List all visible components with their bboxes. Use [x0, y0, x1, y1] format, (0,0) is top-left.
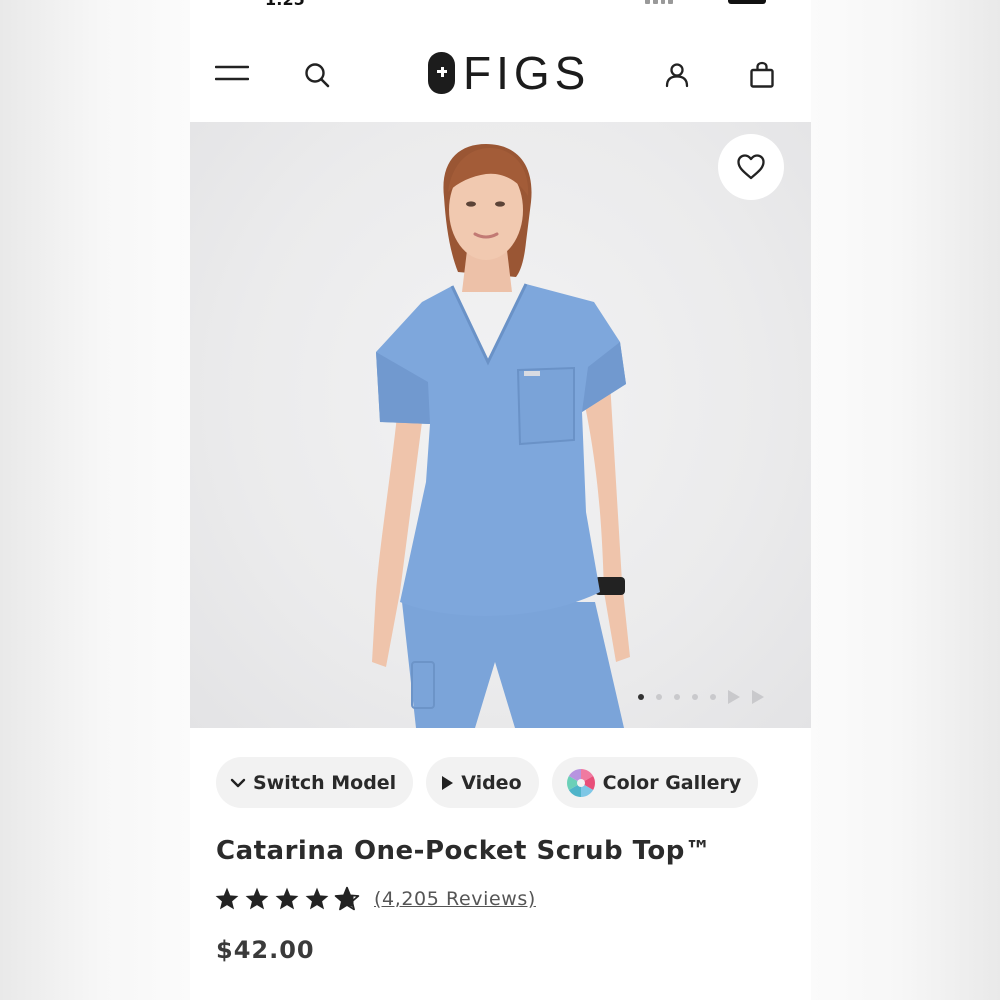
video-slide-play-icon[interactable]: [728, 690, 740, 704]
heart-icon: [737, 154, 765, 180]
video-slide-play-icon[interactable]: [752, 690, 764, 704]
account-icon: [665, 63, 689, 88]
color-wheel-icon: [566, 768, 596, 798]
status-bar: 1:25: [190, 0, 811, 9]
product-rating[interactable]: (4,205 Reviews): [214, 886, 536, 912]
phone-screen: 1:25 FIGS: [190, 0, 811, 1000]
site-header: FIGS: [190, 30, 811, 120]
carousel-indicator: [638, 690, 764, 704]
figs-plus-icon: [428, 52, 455, 94]
carousel-dot[interactable]: [656, 694, 662, 700]
star-half-icon: [334, 886, 360, 911]
product-title: Catarina One-Pocket Scrub Top™: [216, 836, 712, 866]
search-icon: [305, 63, 330, 88]
carousel-dot[interactable]: [692, 694, 698, 700]
signal-icon: [645, 0, 673, 4]
carousel-dot-active[interactable]: [638, 694, 644, 700]
brand-name: FIGS: [463, 47, 591, 99]
chevron-down-icon: [230, 777, 246, 789]
play-icon: [440, 775, 454, 791]
product-image[interactable]: [190, 122, 811, 728]
star-full-icon: [275, 887, 299, 910]
star-full-icon: [245, 887, 269, 910]
switch-model-label: Switch Model: [253, 771, 397, 794]
shopping-bag-icon: [750, 61, 774, 88]
brand-logo[interactable]: FIGS: [428, 50, 590, 96]
color-gallery-button[interactable]: Color Gallery: [551, 757, 759, 808]
carousel-dot[interactable]: [674, 694, 680, 700]
cart-button[interactable]: [745, 58, 779, 92]
menu-button[interactable]: [212, 60, 252, 86]
product-price: $42.00: [216, 936, 315, 964]
reviews-link[interactable]: (4,205 Reviews): [374, 888, 536, 910]
carousel-dot[interactable]: [710, 694, 716, 700]
video-button[interactable]: Video: [426, 757, 539, 808]
model-photo: [372, 144, 630, 728]
switch-model-button[interactable]: Switch Model: [216, 757, 414, 808]
star-full-icon: [215, 887, 239, 910]
menu-icon: [215, 65, 249, 81]
product-actions: Switch Model Video Color Gallery: [216, 757, 759, 808]
star-full-icon: [305, 887, 329, 910]
video-label: Video: [461, 771, 522, 794]
rating-stars: [214, 886, 360, 912]
status-time: 1:25: [265, 0, 305, 9]
account-button[interactable]: [660, 58, 694, 92]
color-gallery-label: Color Gallery: [602, 771, 742, 794]
battery-icon: [728, 0, 766, 4]
favorite-button[interactable]: [718, 134, 784, 200]
search-button[interactable]: [300, 58, 334, 92]
